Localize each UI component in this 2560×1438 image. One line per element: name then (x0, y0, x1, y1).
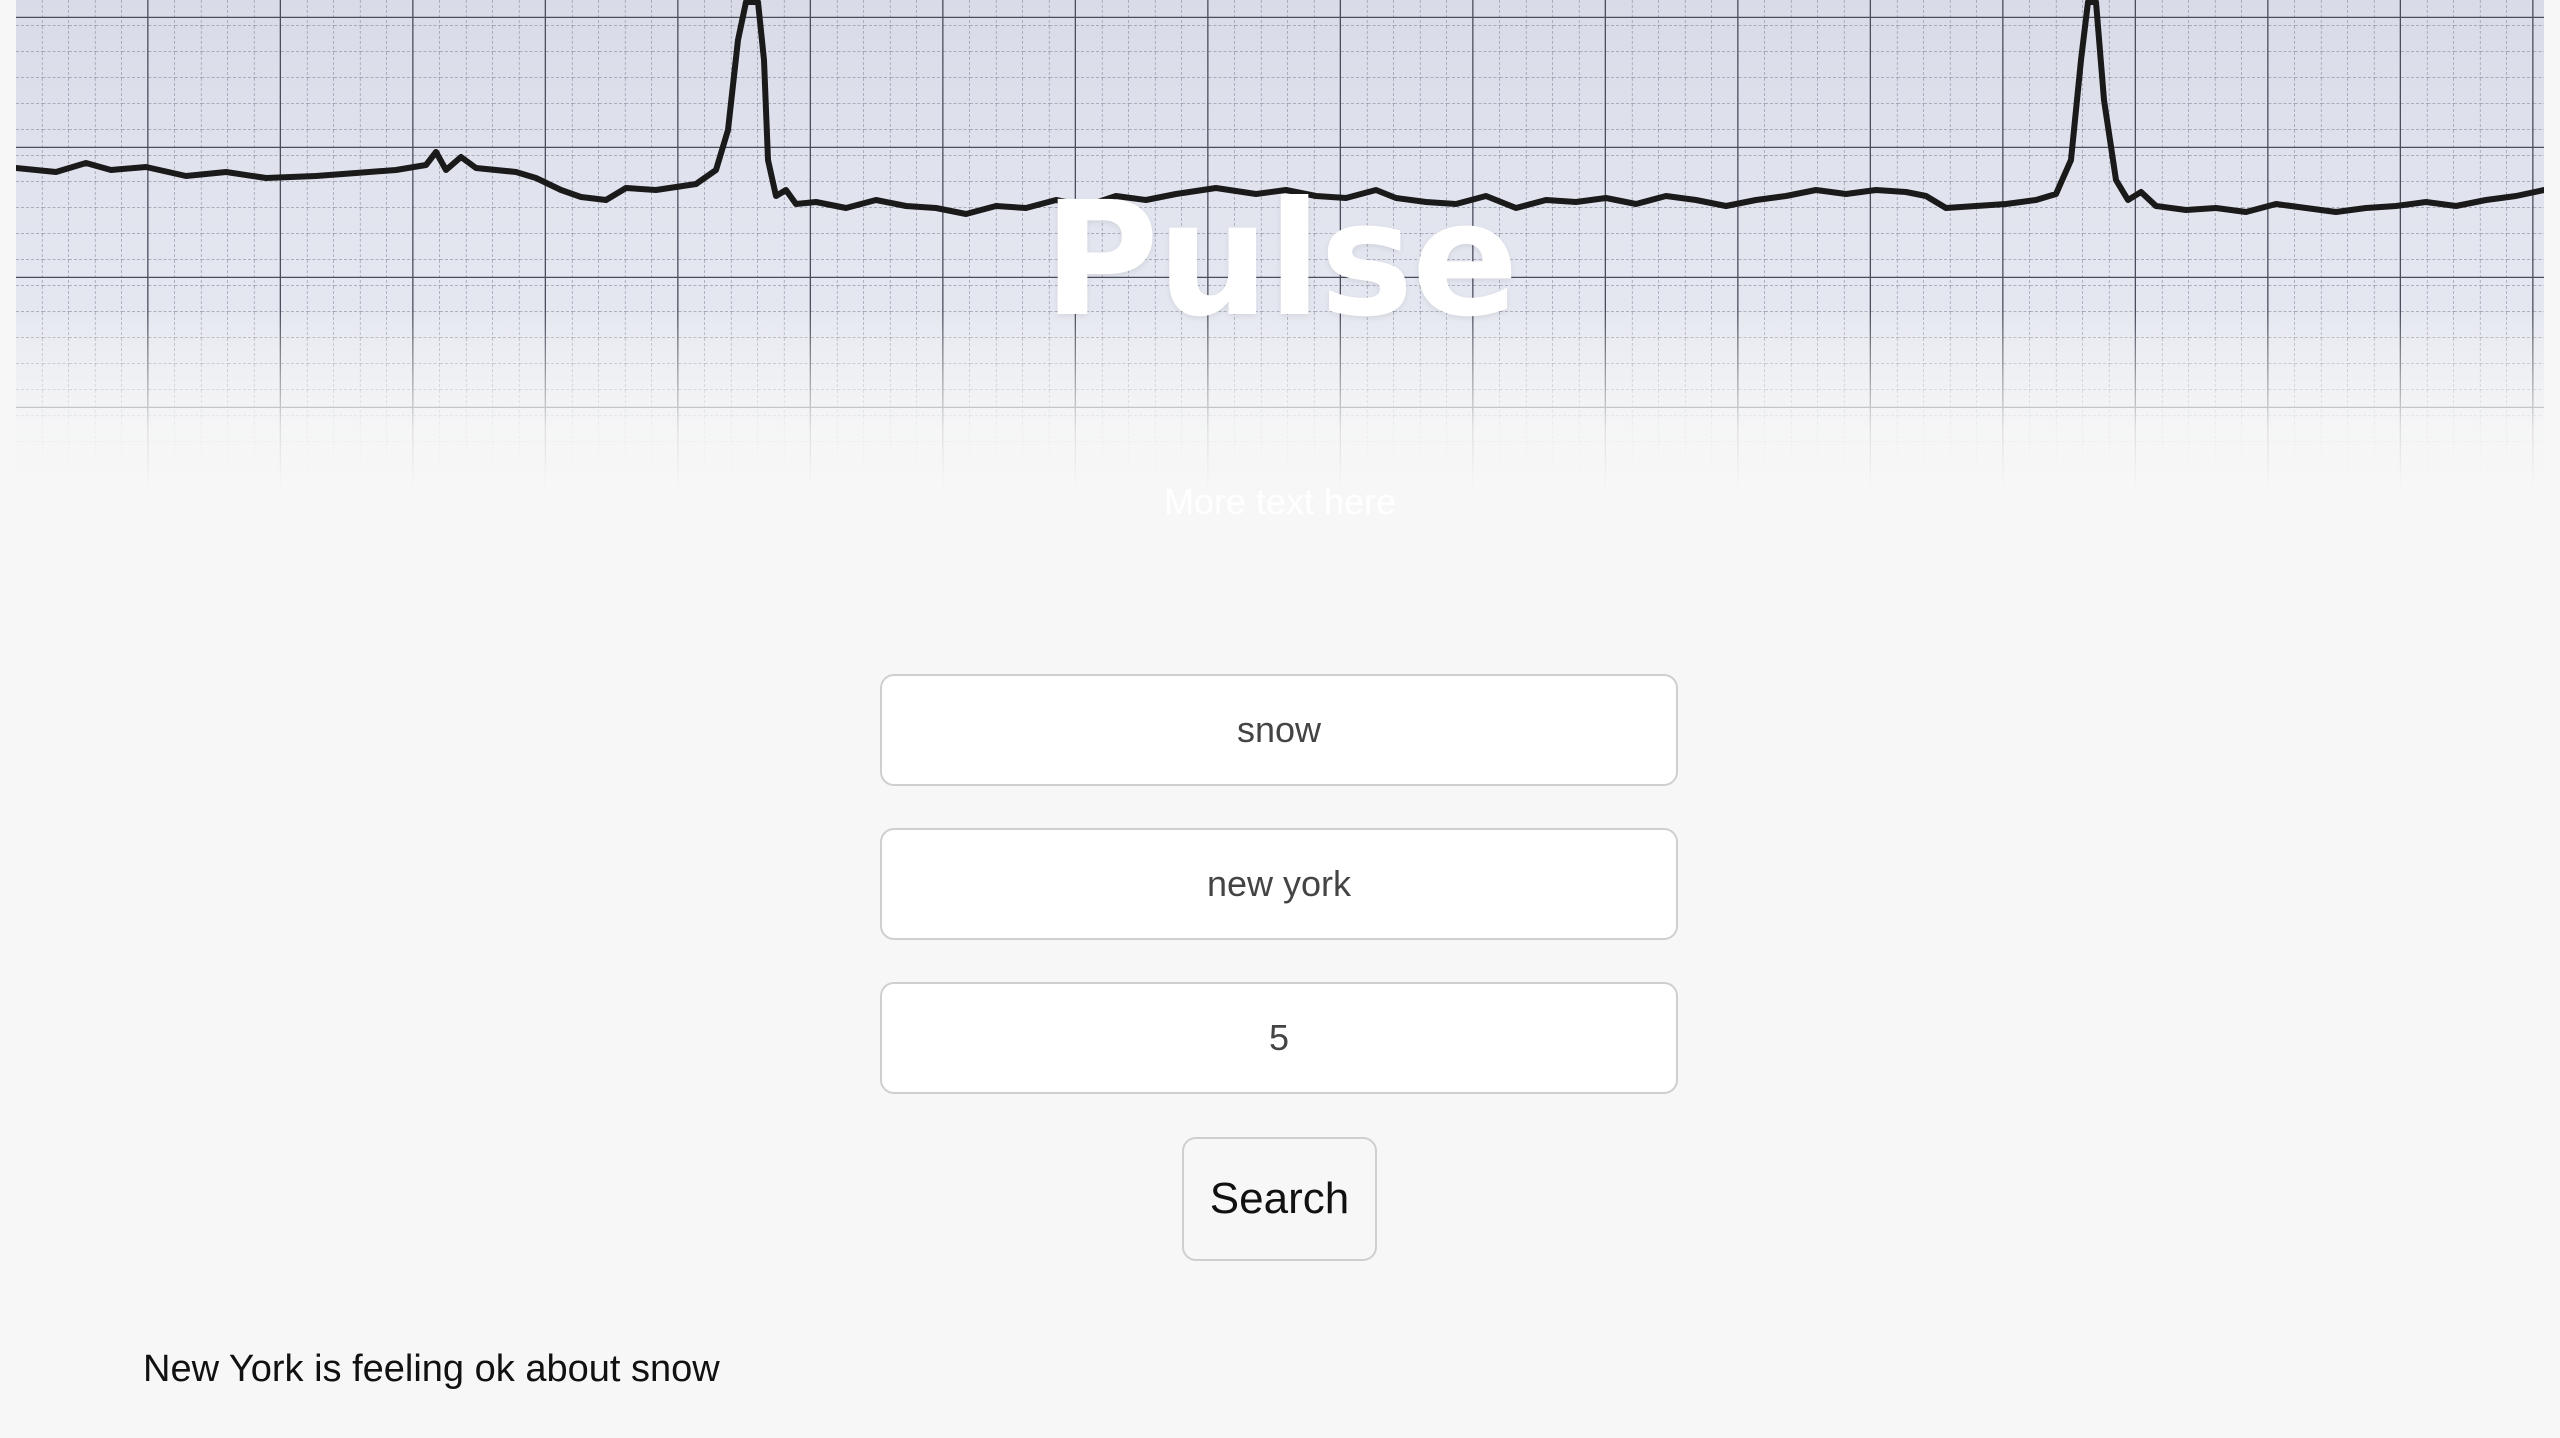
search-button[interactable]: Search (1182, 1137, 1377, 1261)
search-term-input[interactable] (880, 674, 1678, 786)
page-subtitle: More text here (1163, 481, 1397, 522)
result-text: New York is feeling ok about snow (143, 1348, 720, 1390)
location-input[interactable] (880, 828, 1678, 940)
page: Pulse More text here Search New York is … (0, 0, 2560, 1438)
count-input[interactable] (880, 982, 1678, 1094)
page-title: Pulse (1043, 168, 1519, 352)
